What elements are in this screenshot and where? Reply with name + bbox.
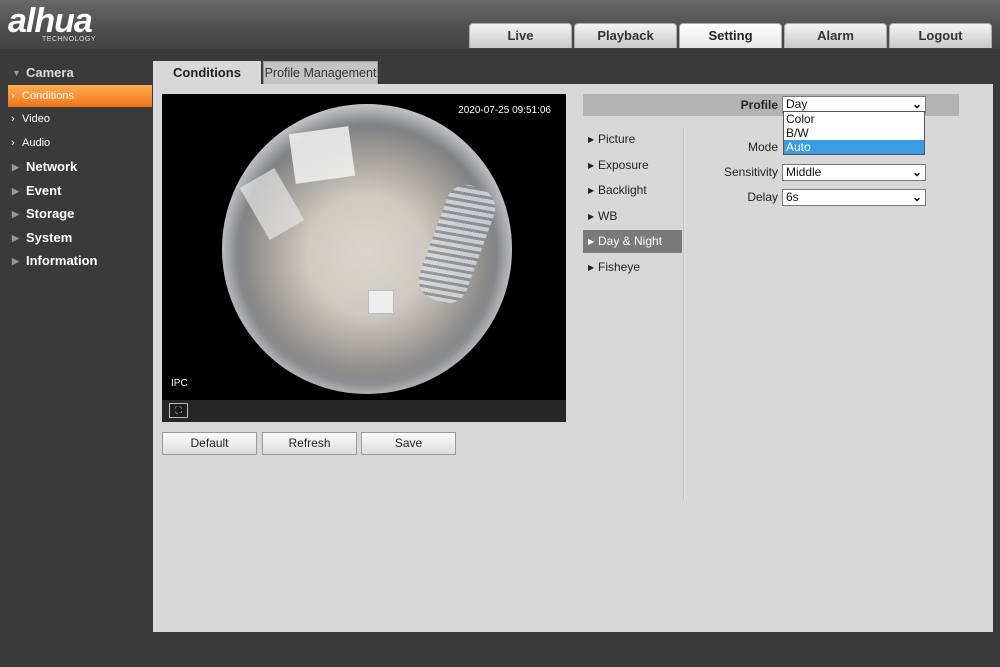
triangle-right-icon: ▶	[588, 161, 595, 170]
menu-item-label: Exposure	[598, 158, 649, 172]
dahua-logo: alhua	[8, 2, 93, 40]
sidebar-item-label: Conditions	[22, 90, 74, 102]
delay-value: 6s	[786, 190, 799, 204]
triangle-right-icon: ▶	[588, 212, 595, 221]
mode-dropdown-list: Color B/W Auto	[783, 111, 925, 155]
chevron-down-icon: ⌄	[911, 97, 922, 111]
default-button[interactable]: Default	[162, 432, 257, 455]
menu-item-label: Fisheye	[598, 260, 641, 274]
chevron-down-icon: ⌄	[911, 190, 922, 204]
sidebar-group-camera[interactable]: ▼ Camera	[0, 62, 153, 84]
sidebar-item-audio[interactable]: › Audio	[8, 132, 152, 154]
nav-tab-alarm[interactable]: Alarm	[784, 23, 887, 48]
chevron-right-icon: ›	[11, 113, 15, 125]
sensitivity-value: Middle	[786, 165, 822, 179]
collapsed-triangle-icon: ▶	[12, 162, 19, 172]
chevron-right-icon: ›	[11, 90, 15, 102]
chevron-right-icon: ›	[11, 137, 15, 149]
sidebar-group-information[interactable]: ▶ Information	[0, 250, 153, 272]
menu-item-label: Backlight	[598, 183, 647, 197]
sidebar-group-storage[interactable]: ▶ Storage	[0, 203, 153, 225]
menu-item-backlight[interactable]: ▶ Backlight	[583, 179, 682, 202]
delay-select[interactable]: 6s ⌄	[782, 189, 926, 206]
sidebar-group-label: Event	[26, 183, 62, 198]
nav-tab-setting[interactable]: Setting	[679, 23, 782, 48]
menu-divider	[683, 127, 685, 499]
nav-tab-playback[interactable]: Playback	[574, 23, 677, 48]
sub-tabs: Conditions Profile Management	[153, 61, 378, 84]
menu-item-picture[interactable]: ▶ Picture	[583, 128, 682, 151]
collapsed-triangle-icon: ▶	[12, 186, 19, 196]
collapsed-triangle-icon: ▶	[12, 233, 19, 243]
dropdown-option-color[interactable]: Color	[784, 112, 924, 126]
tab-profile-management[interactable]: Profile Management	[263, 61, 378, 84]
channel-label: IPC	[171, 378, 188, 389]
sidebar-group-label: System	[26, 230, 73, 245]
triangle-right-icon: ▶	[588, 237, 595, 246]
menu-item-fisheye[interactable]: ▶ Fisheye	[583, 256, 682, 279]
dropdown-option-auto[interactable]: Auto	[784, 140, 924, 154]
profile-label: Profile	[740, 98, 778, 112]
profile-select-value: Day	[786, 97, 808, 111]
sidebar-item-label: Video	[22, 113, 50, 125]
menu-item-exposure[interactable]: ▶ Exposure	[583, 154, 682, 177]
sensitivity-label: Sensitivity	[723, 165, 778, 179]
sidebar-group-label: Information	[26, 253, 98, 268]
video-toolbar: ⛶	[162, 400, 566, 422]
triangle-right-icon: ▶	[588, 135, 595, 144]
sidebar: ▼ Camera › Conditions › Video › Audio ▶ …	[0, 49, 153, 667]
triangle-right-icon: ▶	[588, 186, 595, 195]
nav-tab-logout[interactable]: Logout	[889, 23, 992, 48]
video-preview: 2020-07-25 09:51:06 IPC	[162, 94, 566, 400]
sidebar-group-system[interactable]: ▶ System	[0, 227, 153, 249]
menu-item-label: Picture	[598, 132, 636, 146]
sensitivity-select[interactable]: Middle ⌄	[782, 164, 926, 181]
chevron-down-icon: ⌄	[911, 165, 922, 179]
logo-subtitle: TECHNOLOGY	[42, 36, 97, 43]
tab-conditions[interactable]: Conditions	[153, 61, 261, 84]
top-nav: Live Playback Setting Alarm Logout	[469, 23, 992, 48]
fullscreen-icon[interactable]: ⛶	[169, 403, 188, 418]
menu-item-day-night[interactable]: ▶ Day & Night	[583, 230, 682, 253]
save-button[interactable]: Save	[361, 432, 456, 455]
fisheye-image	[222, 104, 512, 394]
refresh-button[interactable]: Refresh	[262, 432, 357, 455]
sidebar-group-label: Camera	[26, 65, 74, 80]
nav-tab-live[interactable]: Live	[469, 23, 572, 48]
collapsed-triangle-icon: ▶	[12, 256, 19, 266]
menu-item-label: Day & Night	[598, 234, 663, 248]
sidebar-item-conditions[interactable]: › Conditions	[8, 85, 152, 107]
video-timestamp: 2020-07-25 09:51:06	[458, 105, 551, 116]
sidebar-group-label: Storage	[26, 206, 75, 221]
expanded-triangle-icon: ▼	[12, 68, 21, 78]
mode-label: Mode	[747, 140, 778, 154]
dropdown-option-bw[interactable]: B/W	[784, 126, 924, 140]
triangle-right-icon: ▶	[588, 263, 595, 272]
sidebar-group-event[interactable]: ▶ Event	[0, 180, 153, 202]
sidebar-group-network[interactable]: ▶ Network	[0, 156, 153, 178]
menu-item-wb[interactable]: ▶ WB	[583, 205, 682, 228]
sidebar-item-label: Audio	[22, 137, 51, 149]
delay-label: Delay	[747, 190, 778, 204]
sidebar-group-label: Network	[26, 159, 78, 174]
top-header: alhua TECHNOLOGY Live Playback Setting A…	[0, 0, 1000, 49]
menu-item-label: WB	[598, 209, 618, 223]
sidebar-item-video[interactable]: › Video	[8, 108, 152, 130]
collapsed-triangle-icon: ▶	[12, 209, 19, 219]
